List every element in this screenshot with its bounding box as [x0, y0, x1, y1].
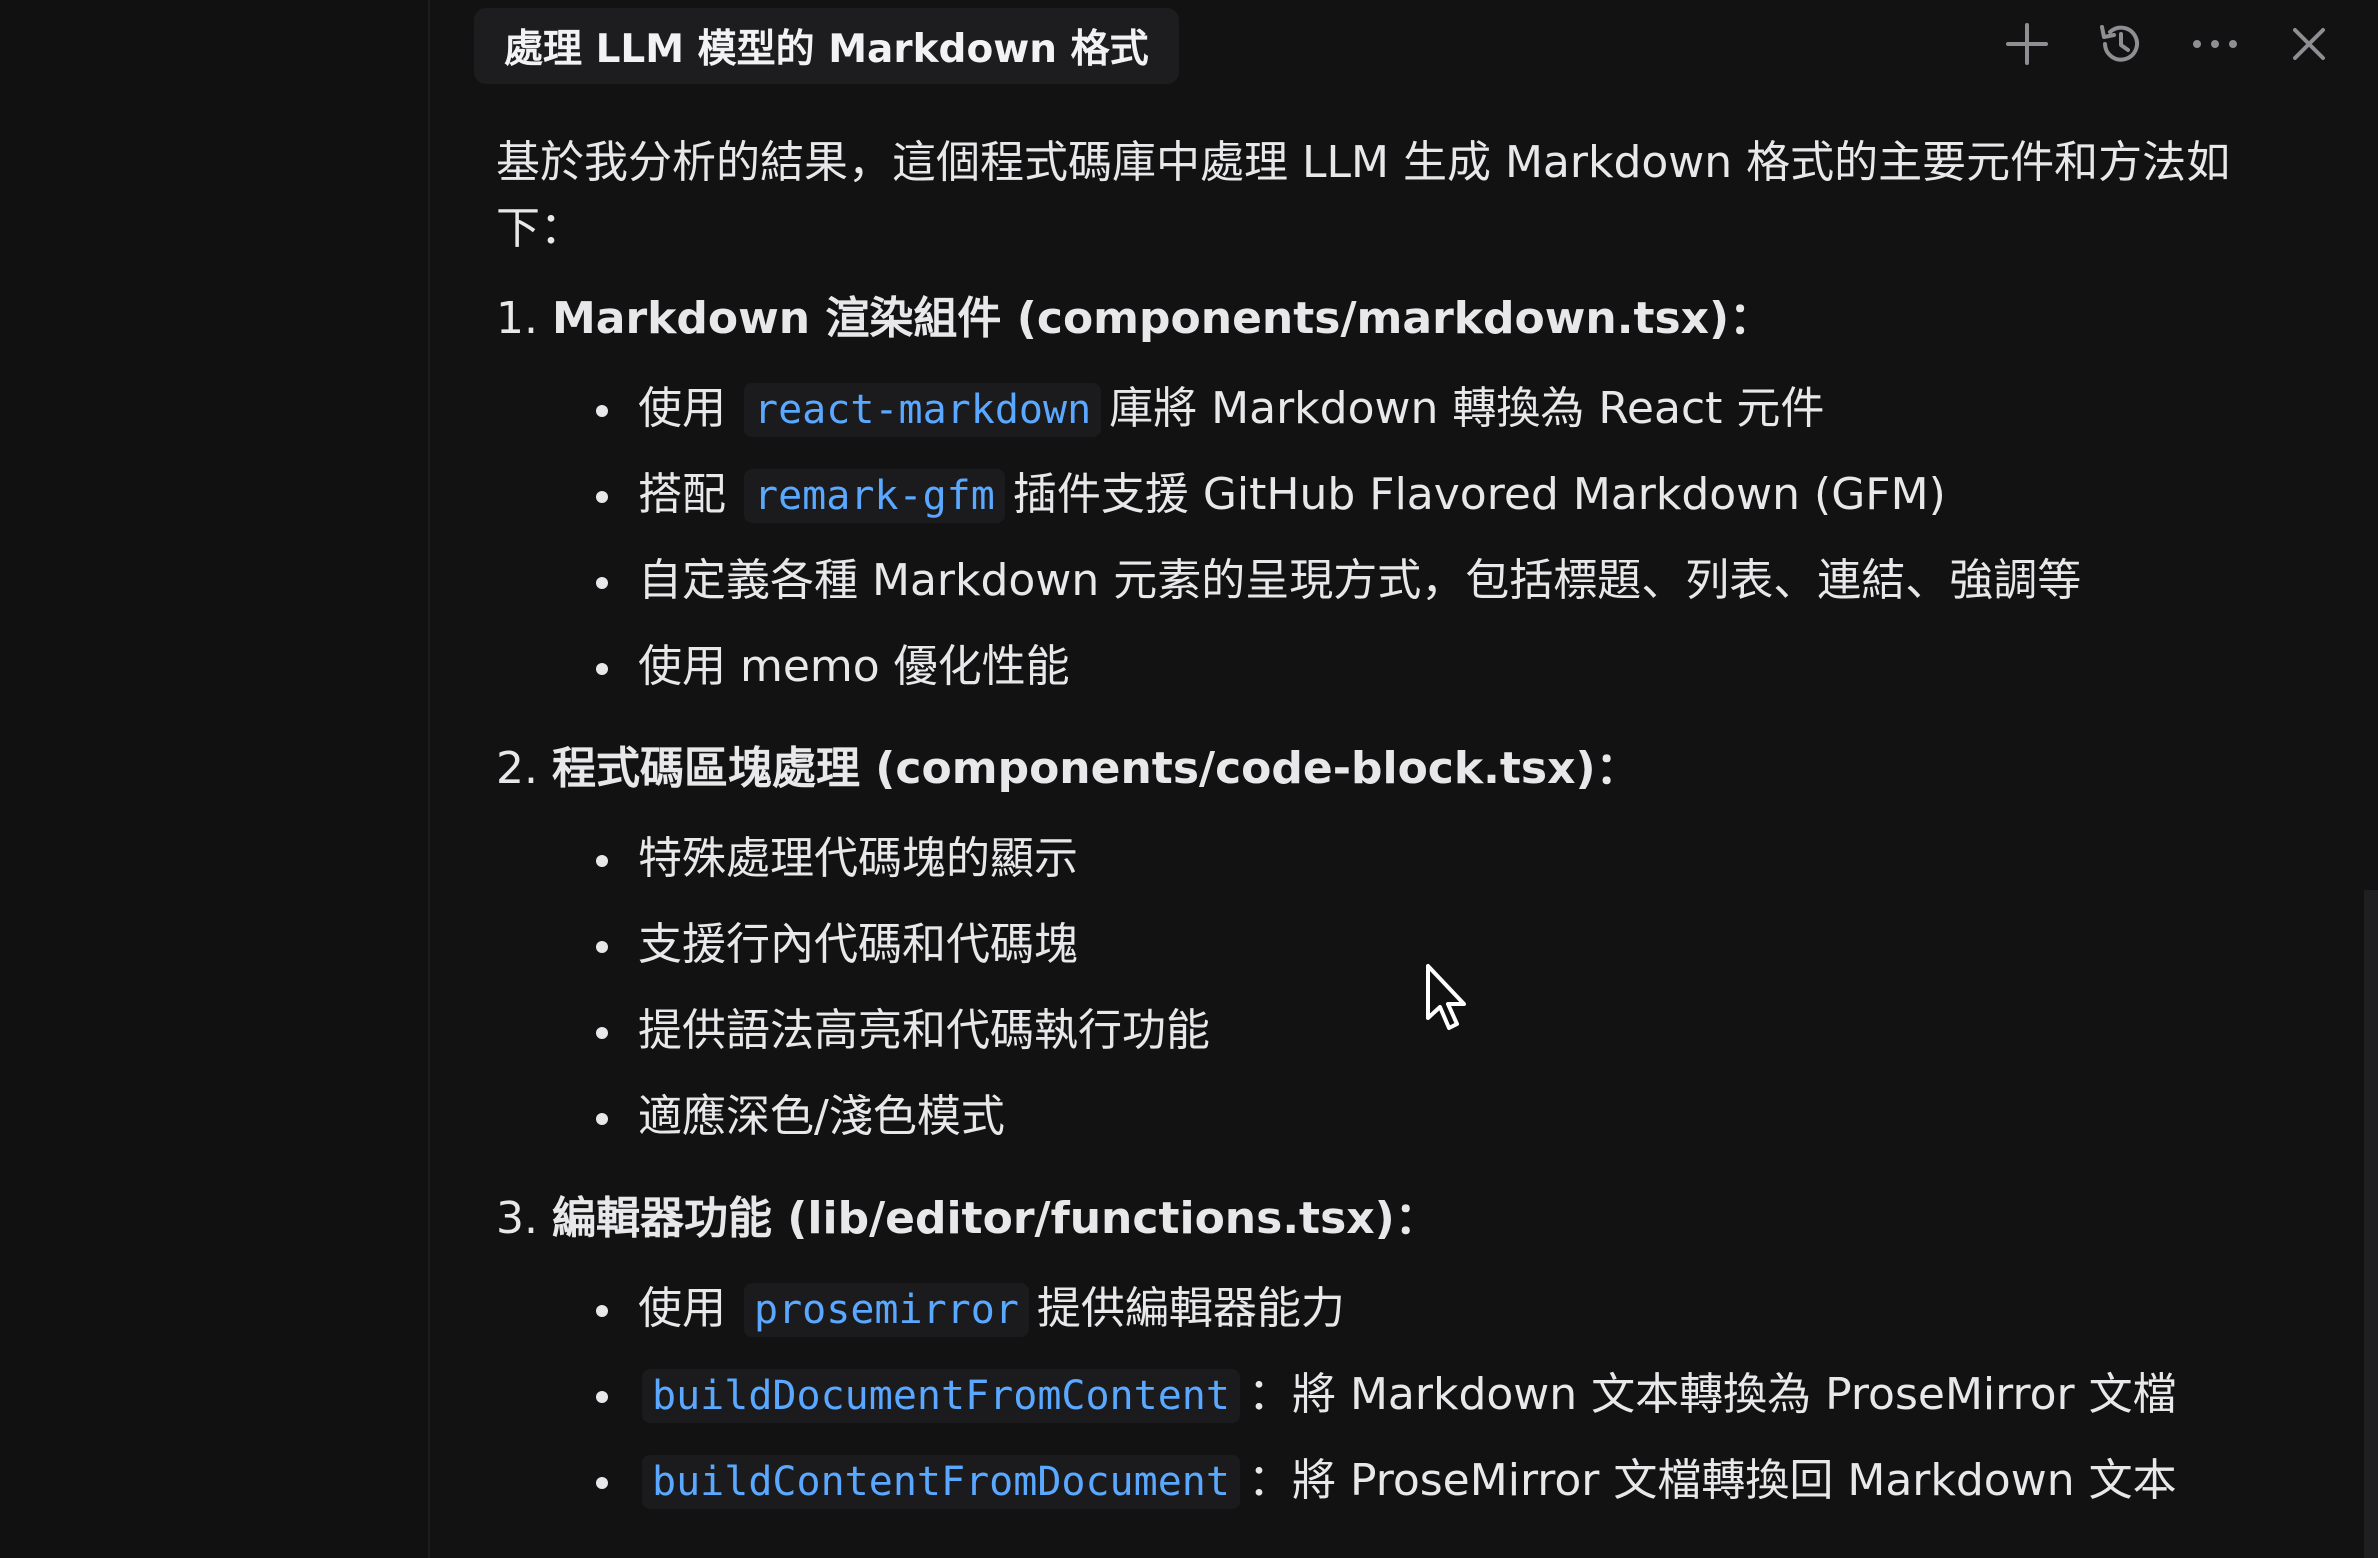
item-text: 使用: [638, 383, 726, 434]
list-item: buildDocumentFromContent ：將 Markdown 文本轉換…: [596, 1352, 2296, 1438]
history-icon[interactable]: [2096, 14, 2146, 74]
section-heading: 3. 編輯器功能 (lib/editor/functions.tsx)：: [496, 1186, 2296, 1252]
item-text: 提供編輯器能力: [1036, 1283, 1345, 1334]
inline-code: prosemirror: [744, 1283, 1029, 1337]
chat-panel: 處理 LLM 模型的 Markdown 格式 基於我分析的結果，這個程式碼庫中處…: [430, 0, 2378, 1558]
section-title: 程式碼區塊處理 (components/code-block.tsx)：: [551, 743, 1640, 794]
list-item: 使用 react-markdown 庫將 Markdown 轉換為 React 元…: [596, 366, 2296, 452]
item-text: 支援行內代碼和代碼塊: [638, 919, 1078, 970]
bullet-list: 使用 react-markdown 庫將 Markdown 轉換為 React 元…: [496, 366, 2296, 710]
list-item: 使用 prosemirror 提供編輯器能力: [596, 1266, 2296, 1352]
conversation-title[interactable]: 處理 LLM 模型的 Markdown 格式: [474, 8, 1179, 84]
list-item: 自定義各種 Markdown 元素的呈現方式，包括標題、列表、連結、強調等: [596, 538, 2296, 624]
inline-code: buildContentFromDocument: [642, 1455, 1240, 1509]
left-pane: [0, 0, 430, 1558]
item-text: 庫將 Markdown 轉換為 React 元件: [1109, 383, 1825, 434]
plus-icon[interactable]: [2002, 14, 2052, 74]
list-item: 特殊處理代碼塊的顯示: [596, 816, 2296, 902]
item-text: 適應深色/淺色模式: [638, 1091, 1005, 1142]
section-number: 3.: [496, 1193, 538, 1244]
item-text: 自定義各種 Markdown 元素的呈現方式，包括標題、列表、連結、強調等: [638, 555, 2082, 606]
section-heading: 2. 程式碼區塊處理 (components/code-block.tsx)：: [496, 736, 2296, 802]
item-text: 使用: [638, 1283, 726, 1334]
item-text: 使用 memo 優化性能: [638, 641, 1070, 692]
header-actions: [2002, 14, 2334, 74]
inline-code: remark-gfm: [744, 469, 1005, 523]
section-number: 2.: [496, 743, 538, 794]
item-text: ：將 Markdown 文本轉換為 ProseMirror 文檔: [1247, 1369, 2177, 1420]
list-item: 適應深色/淺色模式: [596, 1074, 2296, 1160]
item-text: 提供語法高亮和代碼執行功能: [638, 1005, 1210, 1056]
list-item: 使用 memo 優化性能: [596, 624, 2296, 710]
item-text: 特殊處理代碼塊的顯示: [638, 833, 1078, 884]
bullet-list: 使用 prosemirror 提供編輯器能力 buildDocumentFromCo…: [496, 1266, 2296, 1524]
panel-header: 處理 LLM 模型的 Markdown 格式: [430, 0, 2378, 92]
intro-paragraph: 基於我分析的結果，這個程式碼庫中處理 LLM 生成 Markdown 格式的主要…: [496, 137, 2231, 254]
sections-list: 1. Markdown 渲染組件 (components/markdown.tsx…: [496, 286, 2296, 1524]
section-title: 編輯器功能 (lib/editor/functions.tsx)：: [551, 1193, 1439, 1244]
scrollbar[interactable]: [2364, 890, 2378, 1558]
item-text: 插件支援 GitHub Flavored Markdown (GFM): [1012, 469, 1946, 520]
list-item: buildContentFromDocument ：將 ProseMirror 文…: [596, 1438, 2296, 1524]
close-icon[interactable]: [2284, 14, 2334, 74]
item-text: 搭配: [638, 469, 726, 520]
item-text: ：將 ProseMirror 文檔轉換回 Markdown 文本: [1247, 1455, 2177, 1506]
mouse-cursor-icon: [1426, 964, 1466, 1030]
bullet-list: 特殊處理代碼塊的顯示 支援行內代碼和代碼塊提供語法高亮和代碼執行功能 適應深色/淺色…: [496, 816, 2296, 1160]
section-heading: 1. Markdown 渲染組件 (components/markdown.tsx…: [496, 286, 2296, 352]
section-number: 1.: [496, 293, 538, 344]
list-item: 搭配 remark-gfm 插件支援 GitHub Flavored Markdo…: [596, 452, 2296, 538]
section-title: Markdown 渲染組件 (components/markdown.tsx)：: [551, 293, 1774, 344]
inline-code: react-markdown: [744, 383, 1102, 437]
message-content: 基於我分析的結果，這個程式碼庫中處理 LLM 生成 Markdown 格式的主要…: [496, 130, 2296, 1550]
more-icon[interactable]: [2190, 14, 2240, 74]
inline-code: buildDocumentFromContent: [642, 1369, 1240, 1423]
